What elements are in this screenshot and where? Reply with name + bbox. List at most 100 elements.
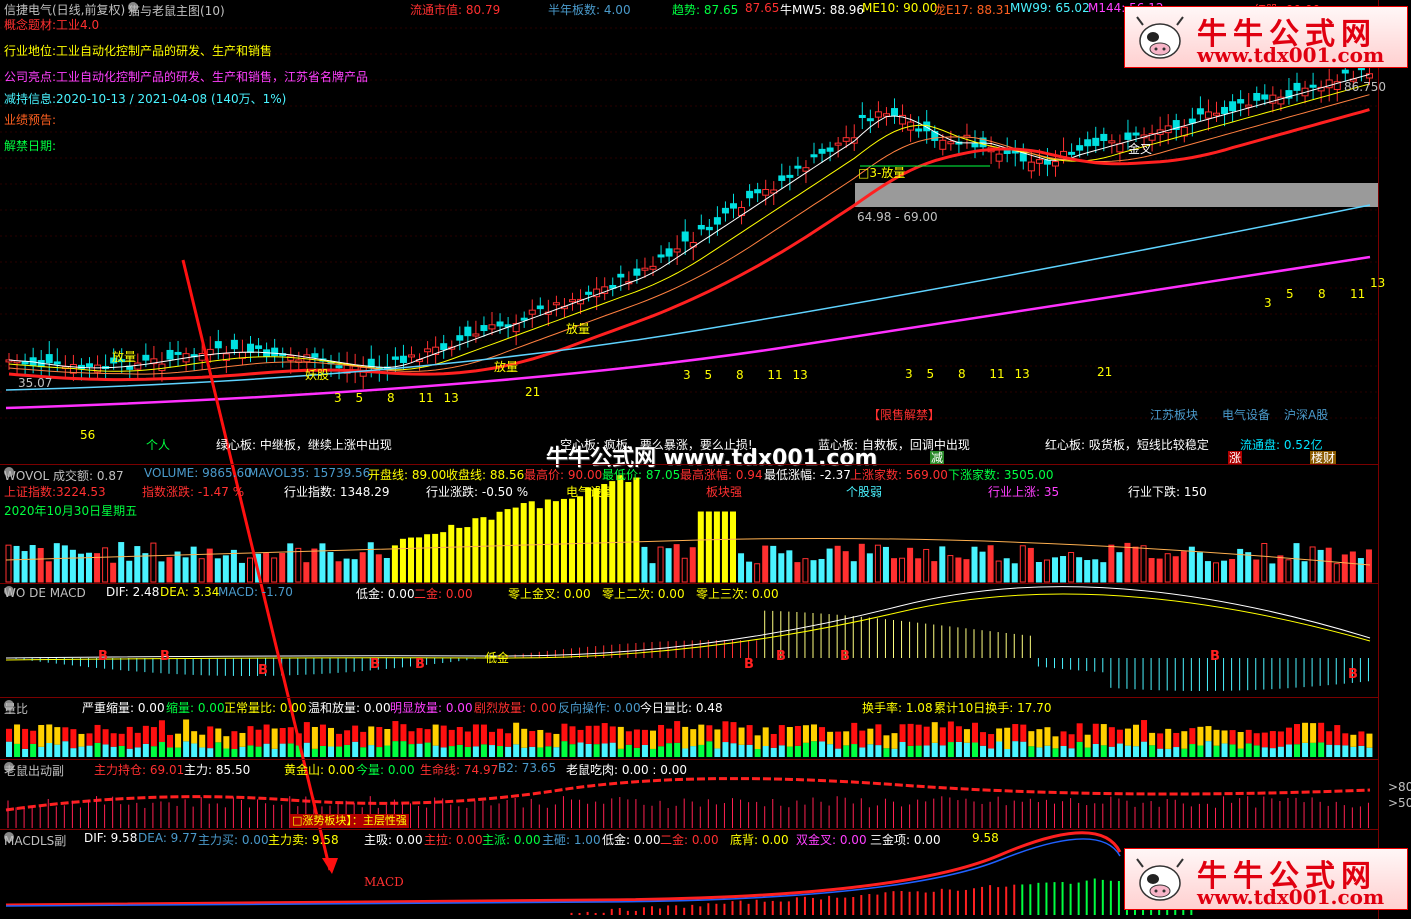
restricted-unlock-tag[interactable]: 【限售解禁】 xyxy=(868,408,940,422)
ratio-bar xyxy=(1261,747,1268,757)
ratio-bar xyxy=(1350,734,1357,747)
ratio-bar xyxy=(505,733,512,747)
ratio-bar xyxy=(368,745,375,757)
volume-bar xyxy=(778,553,785,583)
jiangsu-sector-link[interactable]: 江苏板块 xyxy=(1150,408,1198,422)
volume-bar xyxy=(1309,546,1316,583)
ratio-bar xyxy=(1108,746,1115,757)
volume-value: VOLUME: 9865.60 xyxy=(144,466,252,480)
volume-bar xyxy=(150,542,157,583)
ratio-bar xyxy=(368,726,375,746)
hushen-a-link[interactable]: 沪深A股 xyxy=(1284,408,1328,422)
volume-bar xyxy=(13,545,20,583)
volume-bar xyxy=(528,501,535,583)
concept-value: 工业4.0 xyxy=(56,18,100,32)
ratio-bar xyxy=(955,741,962,757)
ratio-bar xyxy=(54,744,61,757)
candle-body xyxy=(142,354,150,361)
volume-bar xyxy=(577,496,584,583)
candle-body xyxy=(585,291,593,295)
ratio-bar xyxy=(223,748,230,757)
volume-bar xyxy=(1156,558,1163,583)
volume-bar xyxy=(182,557,189,583)
candle-body xyxy=(882,113,890,117)
ratio-bar xyxy=(1261,732,1268,748)
volume-bar xyxy=(319,543,326,583)
ratio-bar xyxy=(521,728,528,748)
ratio-bar xyxy=(489,731,495,746)
indicator-name-text: 猫与老鼠主图(10) xyxy=(128,4,225,18)
candle-body xyxy=(1027,161,1035,172)
candle-body xyxy=(1035,159,1043,164)
ratio-bar xyxy=(247,726,254,746)
ratio-bar xyxy=(593,744,600,757)
ratio-bar xyxy=(1133,724,1139,747)
watermark-url-text: www.tdx001.com xyxy=(1197,885,1385,909)
electric-sector-link[interactable]: 电气设备 xyxy=(1222,408,1270,422)
volume-bar xyxy=(118,542,125,583)
volume-bar xyxy=(303,562,310,583)
ratio-bar xyxy=(859,730,866,748)
ratio-bar xyxy=(1334,725,1341,746)
volume-bar xyxy=(142,553,149,583)
candle-body xyxy=(697,224,705,230)
ratio-bar xyxy=(1004,748,1011,757)
candle-body xyxy=(834,142,842,146)
volume-bar xyxy=(198,558,205,583)
volume-bar xyxy=(295,547,302,583)
ratio-bar xyxy=(70,729,77,749)
volume-bar xyxy=(1140,545,1147,583)
ratio-bar xyxy=(110,746,117,757)
down-count: 下涨家数: 3505.00 xyxy=(948,468,1054,482)
volume-bar xyxy=(689,547,696,583)
volume-bar xyxy=(190,546,197,583)
volume-bar xyxy=(923,548,930,583)
volume-bar xyxy=(681,557,688,583)
ratio-bar xyxy=(939,727,946,746)
candle-body xyxy=(874,111,882,118)
macd-title-text: WO DE MACD xyxy=(4,586,86,600)
ratio-bar xyxy=(1076,741,1083,757)
ratio-bar xyxy=(239,732,246,747)
ratio-bar xyxy=(666,743,673,757)
ratio-bar xyxy=(175,747,182,757)
bottom-divergence: 底背: 0.00 xyxy=(730,833,789,847)
volume-bar xyxy=(238,562,245,583)
ratio-bar xyxy=(730,722,737,744)
volume-bar xyxy=(1027,547,1034,583)
ratio-bar xyxy=(931,722,938,743)
ratio-bar xyxy=(319,745,326,757)
ratio-bar xyxy=(1318,722,1325,743)
ratio-bar xyxy=(1221,743,1228,757)
candle-body xyxy=(1068,151,1076,155)
ratio-bar xyxy=(1052,736,1059,749)
volume-bar xyxy=(1269,563,1276,583)
ratio-bar xyxy=(529,731,536,747)
stock-name[interactable]: 信捷电气(日线,前复权) xyxy=(4,1,125,18)
reduce-value: 2020-10-13 / 2021-04-08 (140万、1%) xyxy=(56,92,287,106)
ratio-bar xyxy=(1366,747,1373,757)
volume-bar xyxy=(1333,563,1340,583)
volume-bar xyxy=(1261,542,1268,583)
ratio-bar xyxy=(344,730,351,745)
ratio-bar xyxy=(231,748,238,757)
ratio-bar xyxy=(1028,746,1035,757)
macdls-dif: DIF: 9.58 xyxy=(84,831,138,845)
ratio-bar xyxy=(440,725,447,748)
volume-bar xyxy=(810,560,817,583)
mouse-eat: 老鼠吃肉: 0.00 : 0.00 xyxy=(566,763,687,777)
candle-body xyxy=(1365,73,1373,79)
volume-bar xyxy=(424,534,431,583)
fib-21-b: 21 xyxy=(1097,365,1113,379)
macd-zero-two: 零上二次: 0.00 xyxy=(602,587,685,601)
candle-body xyxy=(778,175,786,181)
industry-row: 行业地位:工业自动化控制产品的研发、生产和销售 xyxy=(4,44,272,58)
board-strong: 板块强 xyxy=(706,485,743,499)
ratio-bar xyxy=(1020,724,1027,742)
ratio-bar xyxy=(1157,748,1164,757)
volume-bar xyxy=(1349,551,1356,583)
candle-body xyxy=(1253,92,1261,101)
ratio-bar xyxy=(682,748,689,757)
candle-body xyxy=(230,339,238,350)
today-ratio: 今日量比: 0.48 xyxy=(640,701,723,715)
